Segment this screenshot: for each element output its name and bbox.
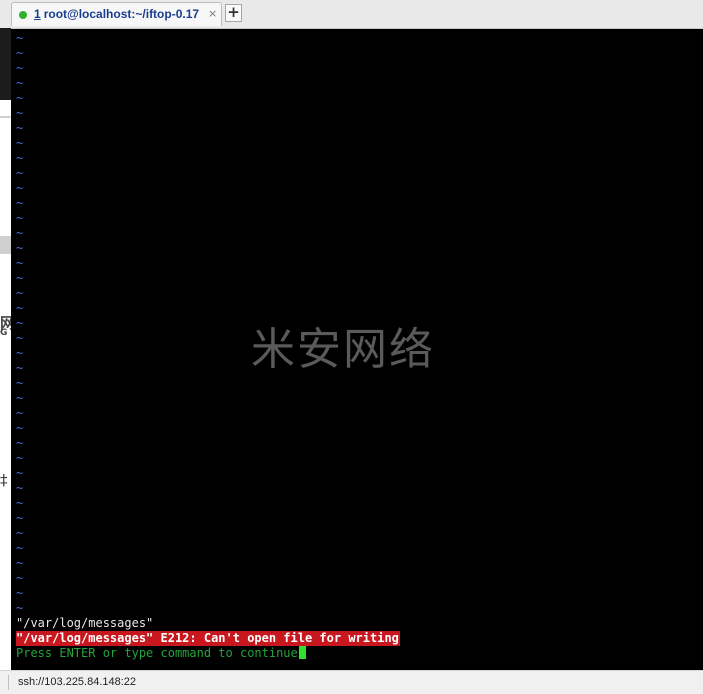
empty-line-marker: ~: [16, 196, 24, 210]
tab-label: 1 root@localhost:~/iftop-0.17: [34, 7, 199, 21]
empty-line-marker: ~: [16, 31, 24, 45]
empty-line-marker: ~: [16, 586, 24, 600]
text-cursor: [298, 646, 306, 659]
session-tab[interactable]: 1 root@localhost:~/iftop-0.17 ×: [11, 2, 222, 26]
empty-line-marker: ~: [16, 106, 24, 120]
background-text-fragment: G: [0, 328, 8, 338]
empty-line-marker: ~: [16, 526, 24, 540]
add-tab-button[interactable]: +: [225, 4, 242, 22]
empty-line-marker: ~: [16, 496, 24, 510]
empty-line-marker: ~: [16, 421, 24, 435]
background-divider: [0, 116, 11, 118]
empty-line-marker: ~: [16, 166, 24, 180]
empty-line-marker: ~: [16, 346, 24, 360]
background-gray-block: [0, 236, 11, 254]
empty-line-marker: ~: [16, 316, 24, 330]
status-bar: ssh://103.225.84.148:22: [0, 670, 703, 694]
empty-line-marker: ~: [16, 211, 24, 225]
tab-bar: 1 root@localhost:~/iftop-0.17 × +: [0, 0, 703, 29]
status-divider: [8, 675, 9, 690]
background-text-fragment: ‡: [0, 471, 8, 489]
empty-line-marker: ~: [16, 481, 24, 495]
empty-line-marker: ~: [16, 466, 24, 480]
continue-prompt-line: Press ENTER or type command to continue: [16, 646, 306, 661]
empty-line-marker: ~: [16, 406, 24, 420]
empty-line-marker: ~: [16, 151, 24, 165]
empty-line-marker: ~: [16, 511, 24, 525]
background-window-edge: 网 G ‡: [0, 28, 11, 676]
connection-address: ssh://103.225.84.148:22: [18, 676, 137, 688]
empty-line-marker: ~: [16, 46, 24, 60]
empty-line-marker: ~: [16, 541, 24, 555]
error-message-line: "/var/log/messages" E212: Can't open fil…: [16, 631, 400, 646]
empty-line-marker: ~: [16, 331, 24, 345]
empty-line-marker: ~: [16, 361, 24, 375]
empty-line-marker: ~: [16, 136, 24, 150]
empty-line-marker: ~: [16, 76, 24, 90]
file-name-line: "/var/log/messages": [16, 616, 154, 630]
background-dark-block: [0, 28, 11, 100]
empty-line-marker: ~: [16, 601, 24, 615]
empty-line-marker: ~: [16, 436, 24, 450]
terminal-screen[interactable]: 米安网络 "/var/log/messages" "/var/log/messa…: [11, 29, 703, 670]
empty-line-marker: ~: [16, 571, 24, 585]
empty-line-marker: ~: [16, 451, 24, 465]
continue-prompt-text: Press ENTER or type command to continue: [16, 646, 298, 660]
empty-line-marker: ~: [16, 301, 24, 315]
connected-status-icon: [19, 11, 27, 19]
empty-line-marker: ~: [16, 376, 24, 390]
watermark: 米安网络: [251, 324, 435, 375]
empty-line-marker: ~: [16, 121, 24, 135]
empty-line-marker: ~: [16, 241, 24, 255]
tab-title: root@localhost:~/iftop-0.17: [43, 7, 200, 21]
close-tab-icon[interactable]: ×: [208, 7, 217, 20]
empty-line-marker: ~: [16, 256, 24, 270]
tab-number: 1: [34, 7, 41, 21]
empty-line-marker: ~: [16, 556, 24, 570]
empty-line-marker: ~: [16, 286, 24, 300]
empty-line-marker: ~: [16, 61, 24, 75]
empty-line-marker: ~: [16, 391, 24, 405]
empty-line-marker: ~: [16, 181, 24, 195]
empty-line-marker: ~: [16, 226, 24, 240]
empty-line-marker: ~: [16, 271, 24, 285]
empty-line-marker: ~: [16, 91, 24, 105]
